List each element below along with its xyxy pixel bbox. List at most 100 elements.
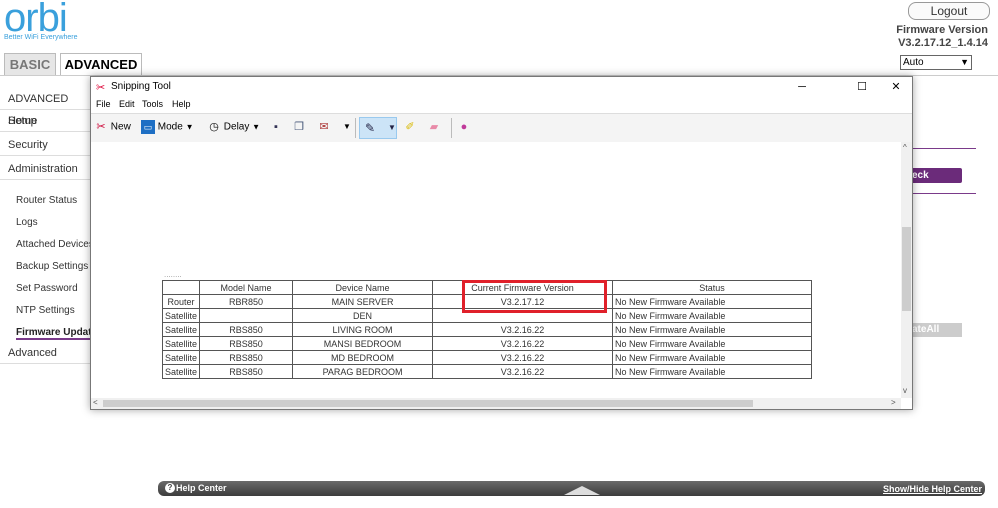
tab-basic[interactable]: BASIC bbox=[4, 53, 56, 76]
column-header: Model Name bbox=[199, 280, 294, 295]
sidebar-item-attached-devices[interactable]: Attached Devices bbox=[16, 239, 94, 250]
scroll-down-icon[interactable]: v bbox=[903, 386, 907, 395]
section-divider bbox=[912, 148, 976, 149]
expand-arrow-icon[interactable] bbox=[564, 486, 600, 495]
sidebar-item-set-password[interactable]: Set Password bbox=[16, 283, 78, 294]
sidebar-item-backup-settings[interactable]: Backup Settings bbox=[16, 261, 88, 272]
cell-status: No New Firmware Available bbox=[612, 336, 812, 351]
mode-button-label: Mode bbox=[157, 121, 183, 133]
help-icon: ? bbox=[165, 483, 175, 493]
chevron-down-icon[interactable]: ▼ bbox=[343, 120, 351, 134]
sidebar-item-advanced[interactable]: Advanced bbox=[0, 342, 90, 364]
sidebar-item-ntp-settings[interactable]: NTP Settings bbox=[16, 305, 75, 316]
delay-button-label: Delay bbox=[223, 121, 250, 133]
cell-status: No New Firmware Available bbox=[612, 322, 812, 337]
column-header: Status bbox=[612, 280, 812, 295]
cell-firmware: V3.2.16.22 bbox=[432, 350, 614, 365]
vertical-scroll-thumb[interactable] bbox=[902, 227, 911, 311]
cell-model: RBR850 bbox=[199, 294, 294, 309]
table-row: Satellite RBS850 MANSI BEDROOM V3.2.16.2… bbox=[161, 336, 812, 351]
sidebar-item-advanced-home[interactable]: ADVANCED Home bbox=[0, 88, 90, 127]
sidebar-item-administration[interactable]: Administration bbox=[0, 158, 90, 180]
sidebar-item-setup[interactable]: Setup bbox=[0, 110, 90, 132]
section-divider bbox=[912, 193, 976, 194]
highlighter-icon[interactable]: ✐ bbox=[403, 120, 417, 135]
sidebar-item-router-status[interactable]: Router Status bbox=[16, 195, 77, 206]
copy-icon[interactable]: ❐ bbox=[292, 120, 306, 135]
chevron-down-icon: ▼ bbox=[388, 123, 396, 132]
send-snip-icon[interactable]: ✉ bbox=[317, 120, 331, 135]
menu-edit[interactable]: Edit bbox=[119, 99, 135, 109]
column-header bbox=[161, 280, 201, 295]
cell-model bbox=[199, 308, 294, 323]
check-button[interactable]: eck bbox=[912, 168, 962, 183]
language-select[interactable]: Auto ▼ bbox=[900, 55, 972, 70]
cell-device: LIVING ROOM bbox=[292, 322, 434, 337]
brand-tagline: Better WiFi Everywhere bbox=[4, 34, 78, 41]
menu-help[interactable]: Help bbox=[172, 99, 191, 109]
highlight-annotation bbox=[462, 280, 607, 313]
table-row: Satellite RBS850 LIVING ROOM V3.2.16.22 … bbox=[161, 322, 812, 337]
toolbar-separator bbox=[355, 118, 356, 138]
sidebar-item-security[interactable]: Security bbox=[0, 134, 90, 156]
update-all-button[interactable]: ateAll bbox=[912, 323, 962, 337]
chevron-down-icon: ▼ bbox=[185, 122, 194, 132]
table-row: Satellite RBS850 MD BEDROOM V3.2.16.22 N… bbox=[161, 350, 812, 365]
cell-status: No New Firmware Available bbox=[612, 350, 812, 365]
tab-advanced[interactable]: ADVANCED bbox=[60, 53, 142, 76]
pen-icon: ✎ bbox=[365, 121, 376, 135]
cell-device: MD BEDROOM bbox=[292, 350, 434, 365]
menu-tools[interactable]: Tools bbox=[142, 99, 163, 109]
cell-device: PARAG BEDROOM bbox=[292, 364, 434, 379]
maximize-button[interactable]: ☐ bbox=[847, 78, 877, 96]
pen-button[interactable]: ✎ ▼ bbox=[359, 117, 397, 139]
save-icon[interactable]: ▪ bbox=[269, 120, 283, 135]
paint3d-icon[interactable]: ● bbox=[457, 120, 471, 135]
scroll-up-icon[interactable]: ^ bbox=[903, 143, 907, 152]
cell-device: MANSI BEDROOM bbox=[292, 336, 434, 351]
firmware-version-value: V3.2.17.12_1.4.14 bbox=[898, 37, 988, 49]
window-title: Snipping Tool bbox=[111, 81, 171, 92]
scissors-icon: ✂ bbox=[96, 82, 106, 94]
snipping-tool-window: ✂ Snipping Tool ─ ☐ ✕ File Edit Tools He… bbox=[90, 76, 913, 410]
new-button-label: New bbox=[110, 121, 131, 133]
cell-firmware: V3.2.16.22 bbox=[432, 364, 614, 379]
cell-type: Satellite bbox=[161, 322, 201, 337]
horizontal-scroll-thumb[interactable] bbox=[103, 400, 753, 407]
chevron-down-icon: ▼ bbox=[252, 122, 261, 132]
mode-button[interactable]: ▭ Mode ▼ bbox=[141, 120, 194, 135]
cell-type: Satellite bbox=[161, 336, 201, 351]
scroll-left-icon[interactable]: < bbox=[93, 398, 98, 407]
eraser-icon[interactable]: ▰ bbox=[427, 120, 441, 135]
minimize-button[interactable]: ─ bbox=[787, 78, 817, 96]
firmware-version-label: Firmware Version bbox=[896, 24, 988, 36]
menu-file[interactable]: File bbox=[96, 99, 111, 109]
scroll-right-icon[interactable]: > bbox=[891, 398, 896, 407]
cell-model: RBS850 bbox=[199, 322, 294, 337]
help-center-label[interactable]: Help Center bbox=[176, 483, 227, 493]
cell-type: Satellite bbox=[161, 364, 201, 379]
sidebar-item-logs[interactable]: Logs bbox=[16, 217, 38, 228]
scissors-icon: ✂ bbox=[96, 121, 106, 133]
rectangle-mode-icon: ▭ bbox=[141, 120, 155, 134]
snip-canvas: ........ Model Name Device Name Current … bbox=[91, 142, 901, 398]
close-button[interactable]: ✕ bbox=[881, 78, 911, 96]
menu-bar: File Edit Tools Help bbox=[91, 97, 912, 113]
clock-icon: ◷ bbox=[209, 121, 219, 133]
cell-device: DEN bbox=[292, 308, 434, 323]
cell-status: No New Firmware Available bbox=[612, 364, 812, 379]
sidebar-item-firmware-update[interactable]: Firmware Update bbox=[16, 327, 98, 340]
language-select-value: Auto bbox=[903, 57, 924, 68]
title-bar[interactable]: ✂ Snipping Tool ─ ☐ ✕ bbox=[91, 77, 912, 97]
cell-model: RBS850 bbox=[199, 364, 294, 379]
delay-button[interactable]: ◷ Delay ▼ bbox=[207, 120, 260, 135]
cell-firmware: V3.2.16.22 bbox=[432, 322, 614, 337]
toolbar-separator bbox=[451, 118, 452, 138]
cut-off-text: ........ bbox=[164, 270, 182, 279]
new-button[interactable]: ✂ New bbox=[94, 120, 131, 135]
cell-type: Satellite bbox=[161, 350, 201, 365]
table-row: Satellite RBS850 PARAG BEDROOM V3.2.16.2… bbox=[161, 364, 812, 379]
column-header: Device Name bbox=[292, 280, 434, 295]
logout-button[interactable]: Logout bbox=[908, 2, 990, 20]
show-hide-help-link[interactable]: Show/Hide Help Center bbox=[883, 484, 982, 494]
